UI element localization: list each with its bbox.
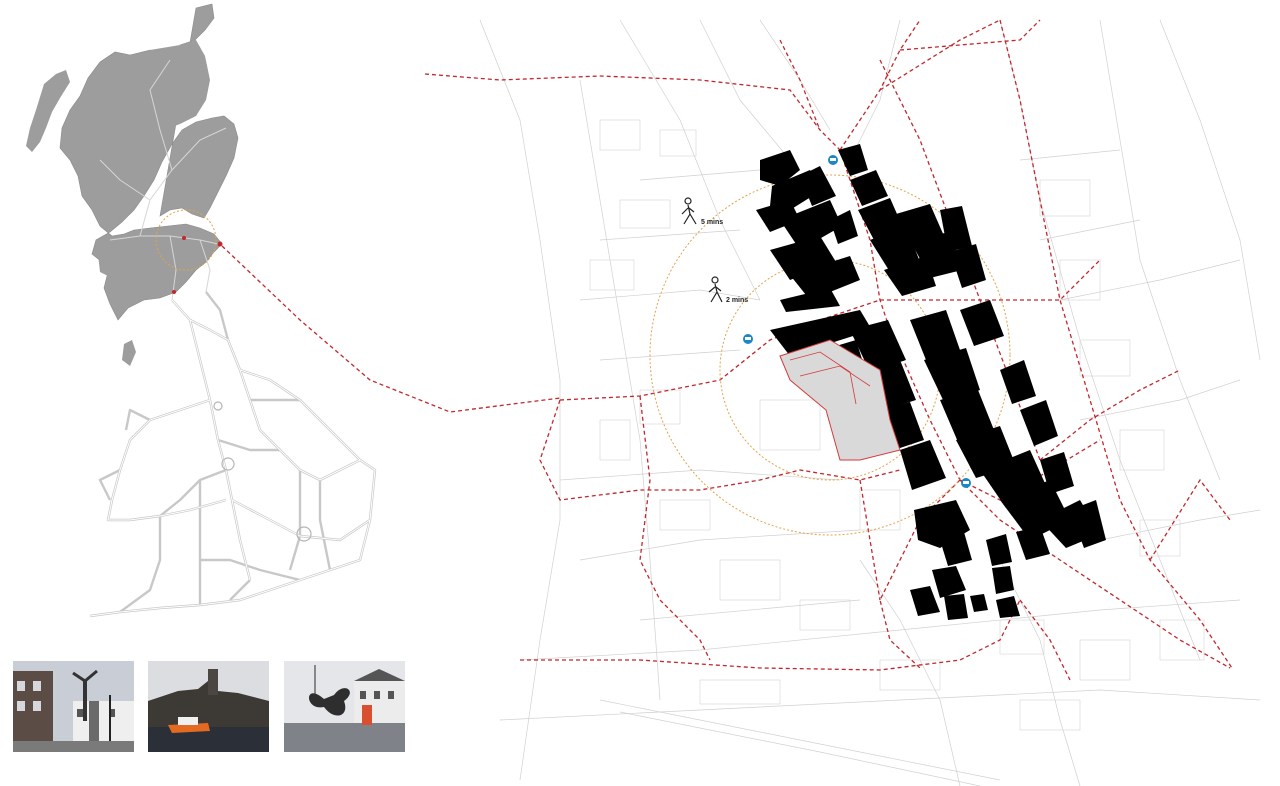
- walk-time-label-5min: 5 mins: [701, 219, 724, 226]
- bus-stop-icon: [961, 478, 971, 488]
- walking-person-icon: [681, 197, 697, 225]
- photo-castle-lifeboat: [148, 661, 269, 752]
- zoom-connector-line: [221, 245, 561, 413]
- bus-stop-icon: [828, 155, 838, 165]
- bus-stop-icon: [743, 334, 753, 344]
- walking-person-icon: [708, 276, 723, 303]
- walk-time-label-2min: 2 mins: [726, 297, 749, 304]
- photo-propeller-sculpture: [284, 661, 405, 752]
- photo-street-statue: [13, 661, 134, 752]
